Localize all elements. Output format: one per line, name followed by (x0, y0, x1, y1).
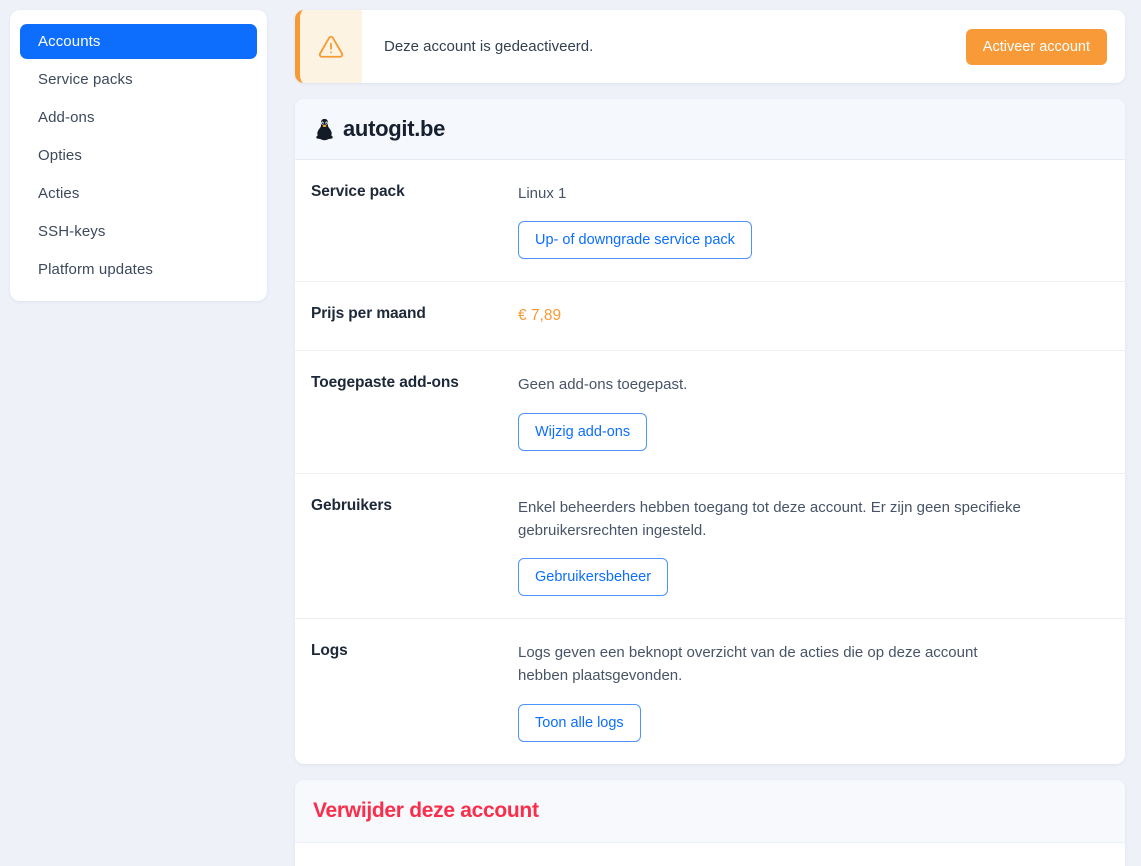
logs-value: Logs geven een beknopt overzicht van de … (518, 641, 1028, 688)
row-label: Prijs per maand (311, 304, 518, 323)
users-value: Enkel beheerders hebben toegang tot deze… (518, 496, 1028, 543)
sidebar-item-label: Acties (38, 185, 79, 202)
row-content: Linux 1 Up- of downgrade service pack (518, 182, 1105, 259)
row-logs: Logs Logs geven een beknopt overzicht va… (295, 619, 1125, 764)
sidebar-item-service-packs[interactable]: Service packs (20, 62, 257, 97)
sidebar-item-label: SSH-keys (38, 223, 105, 240)
row-content: € 7,89 (518, 304, 1105, 328)
show-all-logs-button[interactable]: Toon alle logs (518, 704, 641, 742)
linux-tux-icon (315, 118, 334, 141)
row-users: Gebruikers Enkel beheerders hebben toega… (295, 474, 1125, 620)
sidebar-item-add-ons[interactable]: Add-ons (20, 100, 257, 135)
sidebar-item-ssh-keys[interactable]: SSH-keys (20, 214, 257, 249)
account-card-header: autogit.be (295, 99, 1125, 160)
danger-zone-message: Bij het verwijderen van deze account wor… (377, 863, 874, 866)
alert-body: Deze account is gedeactiveerd. Activeer … (362, 10, 1125, 83)
row-content: Logs geven een beknopt overzicht van de … (518, 641, 1105, 742)
row-label: Service pack (311, 182, 518, 201)
delete-account-card: Verwijder deze account Bij het verwijder… (295, 780, 1125, 866)
price-value: € 7,89 (518, 304, 1028, 328)
service-pack-value: Linux 1 (518, 182, 1028, 205)
change-addons-button[interactable]: Wijzig add-ons (518, 413, 647, 451)
danger-zone-title: Verwijder deze account (313, 799, 1107, 823)
row-label: Toegepaste add-ons (311, 373, 518, 392)
account-title: autogit.be (343, 116, 445, 142)
app-root: Accounts Service packs Add-ons Opties Ac… (0, 0, 1141, 866)
row-content: Enkel beheerders hebben toegang tot deze… (518, 496, 1105, 597)
row-label: Logs (311, 641, 518, 660)
main-content: Deze account is gedeactiveerd. Activeer … (277, 0, 1141, 866)
warning-triangle-icon (318, 34, 344, 60)
sidebar-nav: Accounts Service packs Add-ons Opties Ac… (10, 10, 267, 301)
alert-message: Deze account is gedeactiveerd. (384, 38, 954, 55)
row-price-per-month: Prijs per maand € 7,89 (295, 282, 1125, 351)
deactivated-account-alert: Deze account is gedeactiveerd. Activeer … (295, 10, 1125, 83)
sidebar-item-label: Accounts (38, 33, 101, 50)
sidebar-item-label: Add-ons (38, 109, 95, 126)
sidebar-item-label: Opties (38, 147, 82, 164)
activate-account-button[interactable]: Activeer account (966, 29, 1107, 65)
account-detail-card: autogit.be Service pack Linux 1 Up- of d… (295, 99, 1125, 764)
row-content: Geen add-ons toegepast. Wijzig add-ons (518, 373, 1105, 450)
row-label: Gebruikers (311, 496, 518, 515)
row-service-pack: Service pack Linux 1 Up- of downgrade se… (295, 160, 1125, 282)
sidebar-item-platform-updates[interactable]: Platform updates (20, 252, 257, 287)
addons-value: Geen add-ons toegepast. (518, 373, 1028, 396)
user-management-button[interactable]: Gebruikersbeheer (518, 558, 668, 596)
sidebar-item-label: Platform updates (38, 261, 153, 278)
sidebar-item-opties[interactable]: Opties (20, 138, 257, 173)
sidebar-item-acties[interactable]: Acties (20, 176, 257, 211)
row-applied-addons: Toegepaste add-ons Geen add-ons toegepas… (295, 351, 1125, 473)
upgrade-downgrade-service-pack-button[interactable]: Up- of downgrade service pack (518, 221, 752, 259)
danger-zone-header: Verwijder deze account (295, 780, 1125, 843)
alert-icon-zone (300, 10, 362, 83)
sidebar-column: Accounts Service packs Add-ons Opties Ac… (0, 0, 277, 301)
sidebar-item-accounts[interactable]: Accounts (20, 24, 257, 59)
sidebar-item-label: Service packs (38, 71, 133, 88)
danger-zone-body: Bij het verwijderen van deze account wor… (295, 843, 1125, 866)
